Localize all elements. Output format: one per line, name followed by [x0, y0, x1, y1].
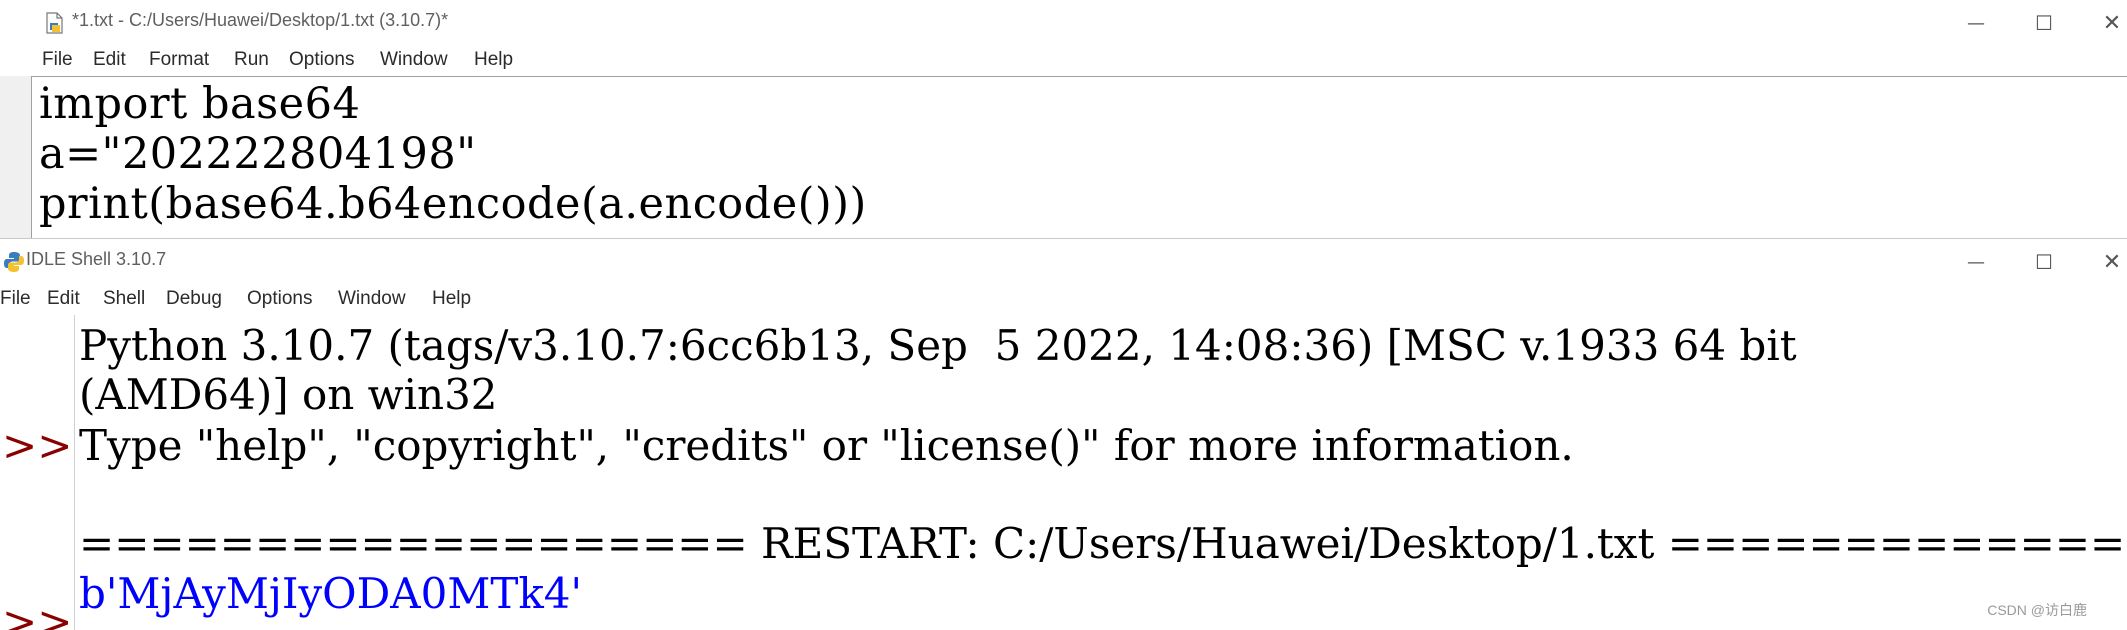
menu-window[interactable]: Window	[378, 49, 450, 71]
menu-file[interactable]: File	[0, 288, 33, 310]
menu-help[interactable]: Help	[430, 288, 473, 310]
shell-output[interactable]: Python 3.10.7 (tags/v3.10.7:6cc6b13, Sep…	[74, 315, 2127, 630]
close-button[interactable]: ✕	[2082, 245, 2127, 279]
menu-options[interactable]: Options	[245, 288, 314, 310]
menu-edit[interactable]: Edit	[91, 49, 128, 71]
menu-window[interactable]: Window	[336, 288, 408, 310]
minimize-icon: —	[1967, 251, 1985, 273]
shell-menubar: File Edit Shell Debug Options Window Hel…	[0, 285, 2127, 315]
code-line: a="202222804198"	[39, 129, 477, 179]
python-icon	[4, 252, 24, 272]
close-icon: ✕	[2102, 249, 2122, 275]
shell-window: IDLE Shell 3.10.7 — ☐ ✕ File Edit Shell …	[0, 238, 2127, 630]
close-icon: ✕	[2102, 10, 2122, 36]
window-title: *1.txt - C:/Users/Huawei/Desktop/1.txt (…	[72, 10, 449, 30]
maximize-icon: ☐	[2035, 11, 2053, 35]
file-icon	[46, 12, 63, 34]
maximize-icon: ☐	[2035, 250, 2053, 274]
editor-window: *1.txt - C:/Users/Huawei/Desktop/1.txt (…	[0, 0, 2127, 238]
restart-line: =================== RESTART: C:/Users/Hu…	[79, 519, 2127, 568]
editor-menubar: File Edit Format Run Options Window Help	[0, 46, 2127, 76]
menu-format[interactable]: Format	[147, 49, 211, 71]
shell-line: (AMD64)] on win32	[79, 370, 498, 419]
maximize-button[interactable]: ☐	[2014, 6, 2074, 40]
editor-titlebar[interactable]: *1.txt - C:/Users/Huawei/Desktop/1.txt (…	[0, 0, 2127, 46]
menu-edit[interactable]: Edit	[45, 288, 82, 310]
minimize-button[interactable]: —	[1946, 6, 2006, 40]
minimize-button[interactable]: —	[1946, 245, 2006, 279]
prompt-gutter: >>> >>>	[0, 315, 108, 630]
code-editor[interactable]: import base64 a="202222804198" print(bas…	[31, 76, 2127, 238]
menu-shell[interactable]: Shell	[101, 288, 147, 310]
shell-line: Python 3.10.7 (tags/v3.10.7:6cc6b13, Sep…	[79, 321, 1797, 370]
watermark: CSDN @访白鹿	[1987, 602, 2087, 618]
close-button[interactable]: ✕	[2082, 6, 2127, 40]
menu-debug[interactable]: Debug	[164, 288, 224, 310]
maximize-button[interactable]: ☐	[2014, 245, 2074, 279]
menu-file[interactable]: File	[40, 49, 75, 71]
code-line: import base64	[39, 79, 361, 129]
window-title: IDLE Shell 3.10.7	[26, 249, 167, 269]
menu-options[interactable]: Options	[287, 49, 356, 71]
menu-help[interactable]: Help	[472, 49, 515, 71]
code-line: print(base64.b64encode(a.encode()))	[39, 179, 867, 229]
shell-line: Type "help", "copyright", "credits" or "…	[79, 421, 1574, 470]
program-output: b'MjAyMjIyODA0MTk4'	[79, 569, 583, 618]
menu-run[interactable]: Run	[232, 49, 271, 71]
minimize-icon: —	[1967, 12, 1985, 34]
shell-titlebar[interactable]: IDLE Shell 3.10.7 — ☐ ✕	[0, 239, 2127, 285]
